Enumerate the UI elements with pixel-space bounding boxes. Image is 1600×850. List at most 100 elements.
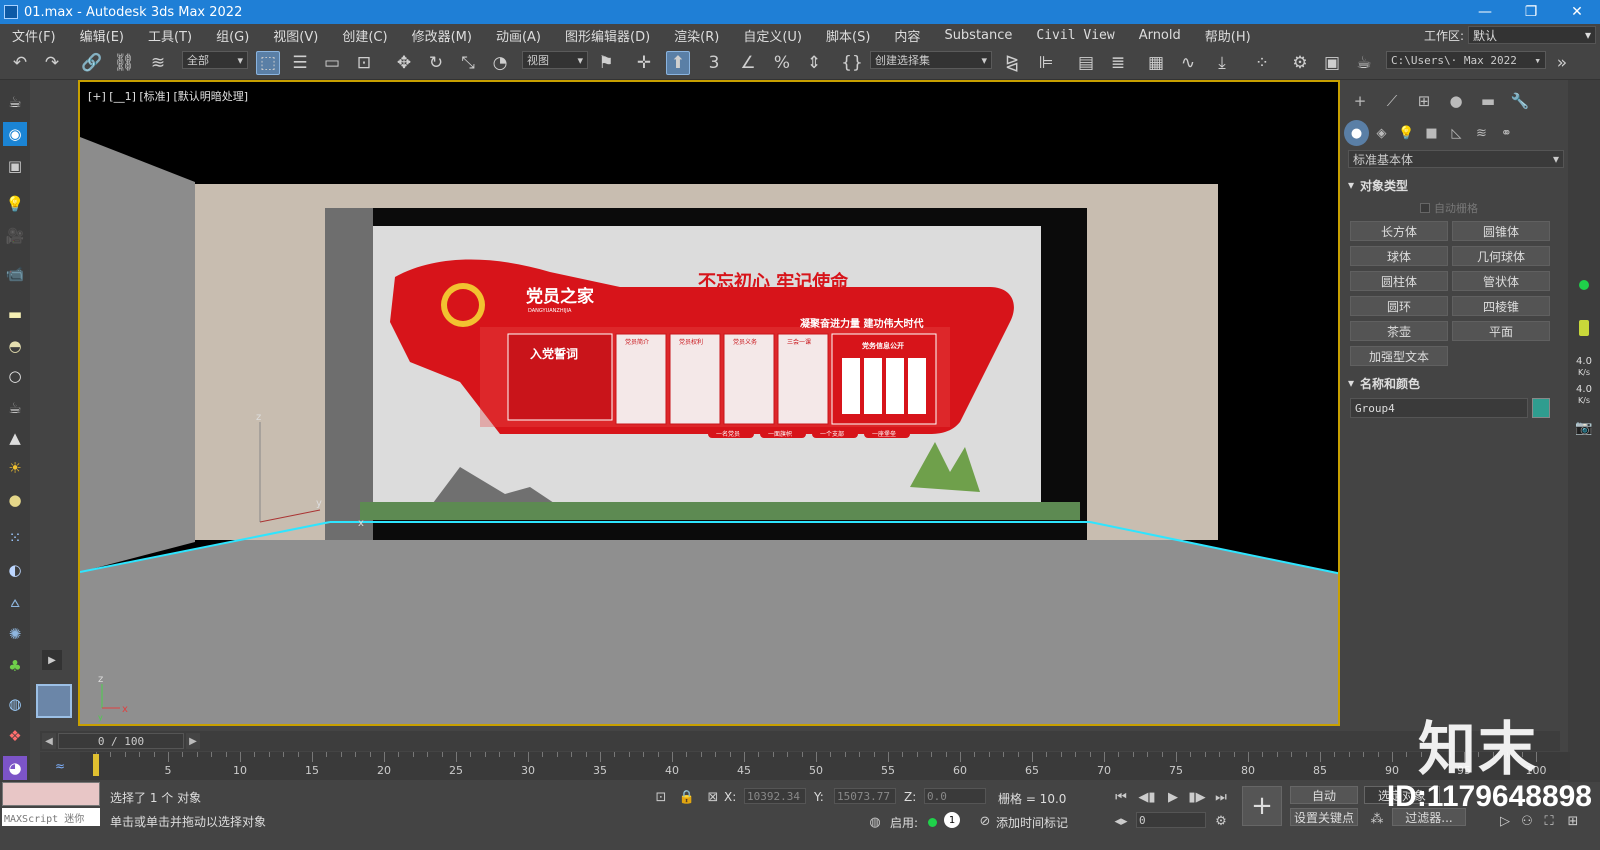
disc-icon[interactable]: ●	[3, 488, 27, 512]
pivot-icon[interactable]: ⚑	[594, 51, 618, 75]
display-tab-icon[interactable]: ▬	[1472, 88, 1504, 114]
menu-rendering[interactable]: 渲染(R)	[662, 26, 731, 45]
grass-icon[interactable]: ♣	[3, 654, 27, 678]
current-frame-marker[interactable]	[93, 754, 99, 776]
create-tab-icon[interactable]: +	[1344, 88, 1376, 114]
next-frame-arrow-icon[interactable]: ▶	[186, 733, 200, 749]
link-icon[interactable]: 🔗	[80, 51, 104, 75]
menu-customize[interactable]: 自定义(U)	[731, 26, 814, 45]
teapot-small-icon[interactable]: ☕	[3, 396, 27, 420]
key-mode-icon[interactable]: ◂▸	[1112, 812, 1130, 830]
lock-icon[interactable]: 🔒	[678, 788, 696, 806]
menu-tools[interactable]: 工具(T)	[136, 26, 204, 45]
cone-button[interactable]: 圆锥体	[1452, 221, 1550, 241]
prev-frame-arrow-icon[interactable]: ◀	[42, 733, 56, 749]
palette-icon[interactable]: ❖	[3, 724, 27, 748]
orb-icon[interactable]: ◍	[3, 692, 27, 716]
camera-icon[interactable]: 📷	[1570, 420, 1598, 436]
category-dropdown[interactable]: 标准基本体 ▾	[1348, 150, 1564, 168]
geometry-icon[interactable]: ●	[1344, 120, 1369, 146]
menu-civil-view[interactable]: Civil View	[1024, 28, 1126, 43]
selection-filter-dropdown[interactable]: 全部 ▾	[182, 51, 248, 69]
menu-graph-editors[interactable]: 图形编辑器(D)	[553, 26, 662, 45]
key-filters-icon[interactable]: ⁂	[1368, 810, 1386, 828]
menu-content[interactable]: 内容	[882, 26, 932, 45]
scale-icon[interactable]: ⤡	[456, 51, 480, 75]
expand-arrow-icon[interactable]: ▶	[42, 650, 62, 670]
y-coordinate-field[interactable]: 15073.77	[834, 788, 896, 804]
menu-create[interactable]: 创建(C)	[330, 26, 399, 45]
x-coordinate-field[interactable]: 10392.34	[744, 788, 806, 804]
plugin-icon[interactable]: ◕	[3, 756, 27, 780]
nav-walk-icon[interactable]: ⚇	[1518, 812, 1536, 830]
close-button[interactable]: ✕	[1554, 0, 1600, 24]
ribbon-icon[interactable]: ▦	[1144, 51, 1168, 75]
current-frame-field[interactable]: 0	[1136, 812, 1206, 828]
info-icon[interactable]: 1	[944, 812, 960, 828]
rotate-icon[interactable]: ↻	[424, 51, 448, 75]
project-path-dropdown[interactable]: C:\Users\· Max 2022 ▾	[1386, 51, 1546, 69]
dome-icon[interactable]: ◓	[3, 334, 27, 358]
move-icon[interactable]: ✥	[392, 51, 416, 75]
render-icon[interactable]: ☕	[1352, 51, 1376, 75]
menu-substance[interactable]: Substance	[932, 28, 1024, 43]
track-bar[interactable]: 0510152025303540455055606570758085909510…	[80, 752, 1570, 780]
edit-named-sets-icon[interactable]: {}	[840, 51, 864, 75]
menu-arnold[interactable]: Arnold	[1127, 28, 1193, 43]
angle-snap-icon[interactable]: ∠	[736, 51, 760, 75]
object-color-swatch[interactable]	[1532, 398, 1550, 418]
scene-icon[interactable]: ▣	[3, 154, 27, 178]
adaptive-degradation-icon[interactable]: ◍	[866, 813, 884, 831]
teapot-icon[interactable]: ☕	[3, 90, 27, 114]
select-object-icon[interactable]: ⬚	[256, 51, 280, 75]
set-key-button[interactable]: 设置关键点	[1290, 808, 1358, 826]
menu-modifiers[interactable]: 修改器(M)	[400, 26, 484, 45]
restore-button[interactable]: ❐	[1508, 0, 1554, 24]
unlink-icon[interactable]: ⛓	[112, 51, 136, 75]
overflow-icon[interactable]: »	[1550, 51, 1574, 75]
curve-editor-icon[interactable]: ∿	[1176, 51, 1200, 75]
video-icon[interactable]: 📹	[3, 262, 27, 286]
perspective-viewport[interactable]: 党员之家 DANGYUANZHIJIA 不忘初心 牢记使命 凝聚奋进力量 建功伟…	[78, 80, 1340, 726]
layer-explorer-icon[interactable]: ▤	[1074, 51, 1098, 75]
isolate-icon[interactable]: ⊡	[652, 788, 670, 806]
prev-key-icon[interactable]: ◀▮	[1138, 788, 1156, 806]
hierarchy-tab-icon[interactable]: ⊞	[1408, 88, 1440, 114]
snap-icon[interactable]: 3	[702, 51, 726, 75]
nav-maximize-icon[interactable]: ⛶	[1540, 812, 1558, 830]
percent-snap-icon[interactable]: %	[770, 51, 794, 75]
select-manipulate-icon[interactable]: ✛	[632, 51, 656, 75]
sphere-icon[interactable]: ○	[3, 364, 27, 388]
time-config-icon[interactable]: ⚙	[1212, 812, 1230, 830]
teapot-button[interactable]: 茶壶	[1350, 321, 1448, 341]
pyramid-button[interactable]: 四棱锥	[1452, 296, 1550, 316]
time-slider[interactable]: 0 / 100	[58, 733, 184, 749]
z-coordinate-field[interactable]: 0.0	[924, 788, 986, 804]
auto-grid-checkbox[interactable]: 自动栅格	[1420, 200, 1478, 216]
object-name-field[interactable]: Group4	[1350, 398, 1528, 418]
particles-icon[interactable]: ⁙	[3, 526, 27, 550]
utilities-tab-icon[interactable]: 🔧	[1504, 88, 1536, 114]
spinner-snap-icon[interactable]: ⇕	[802, 51, 826, 75]
minimize-button[interactable]: —	[1462, 0, 1508, 24]
render-frame-icon[interactable]: ▣	[1320, 51, 1344, 75]
render-setup-icon[interactable]: ⚙	[1288, 51, 1312, 75]
shader-ball-icon[interactable]: ◐	[3, 558, 27, 582]
menu-animation[interactable]: 动画(A)	[484, 26, 553, 45]
menu-file[interactable]: 文件(F)	[0, 26, 68, 45]
viewport-label[interactable]: [+] [__1] [标准] [默认明暗处理]	[88, 88, 248, 104]
torus-button[interactable]: 圆环	[1350, 296, 1448, 316]
auto-key-button[interactable]: 自动	[1290, 786, 1358, 804]
scene-explorer-icon[interactable]: ≣	[1106, 51, 1130, 75]
select-by-name-icon[interactable]: ☰	[288, 51, 312, 75]
menu-scripting[interactable]: 脚本(S)	[814, 26, 882, 45]
text-plus-button[interactable]: 加强型文本	[1350, 346, 1448, 366]
light-icon[interactable]: 💡	[3, 192, 27, 216]
plane-button[interactable]: 平面	[1452, 321, 1550, 341]
maxscript-mini-listener[interactable]: MAXScript 迷你	[2, 808, 100, 826]
space-warps-icon[interactable]: ≋	[1469, 120, 1494, 146]
box-icon[interactable]: ▬	[3, 302, 27, 326]
menu-help[interactable]: 帮助(H)	[1193, 26, 1263, 45]
workspace-dropdown[interactable]: 默认 ▾	[1468, 26, 1596, 44]
place-icon[interactable]: ◔	[488, 51, 512, 75]
